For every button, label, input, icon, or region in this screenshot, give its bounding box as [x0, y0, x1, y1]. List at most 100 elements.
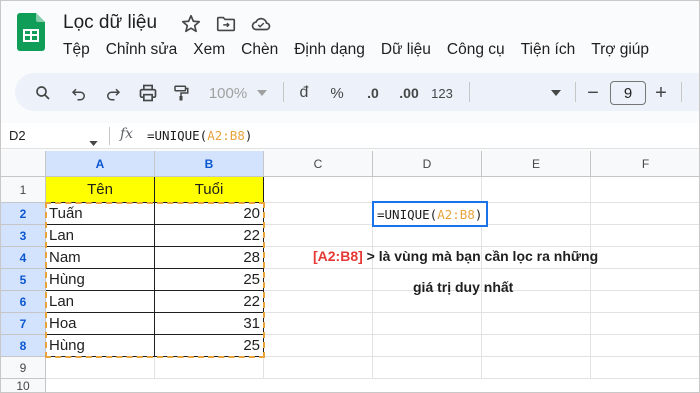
- menu-file[interactable]: Tệp: [63, 41, 90, 59]
- table-row-name[interactable]: Nam: [46, 247, 155, 269]
- cell-d7[interactable]: [373, 313, 482, 335]
- table-row-name[interactable]: Lan: [46, 225, 155, 247]
- cell-f1[interactable]: [591, 177, 699, 203]
- cell-e9[interactable]: [482, 357, 591, 379]
- row-header-7[interactable]: 7: [1, 313, 46, 335]
- more-formats-button[interactable]: 123: [429, 83, 455, 103]
- column-header-f[interactable]: F: [591, 151, 699, 177]
- formula-input[interactable]: =UNIQUE(A2:B8): [147, 128, 252, 143]
- row-header-1[interactable]: 1: [1, 177, 46, 203]
- column-header-c[interactable]: C: [264, 151, 373, 177]
- zoom-dropdown-icon[interactable]: [257, 83, 267, 103]
- cell-c1[interactable]: [264, 177, 373, 203]
- cell-f2[interactable]: [591, 203, 699, 225]
- cell-c3[interactable]: [264, 225, 373, 247]
- cell-c6[interactable]: [264, 291, 373, 313]
- row-header-6[interactable]: 6: [1, 291, 46, 313]
- cell-d3[interactable]: [373, 225, 482, 247]
- row-header-5[interactable]: 5: [1, 269, 46, 291]
- percent-format-button[interactable]: %: [329, 83, 345, 103]
- increase-decimal-button[interactable]: .00: [395, 83, 423, 103]
- cell-c8[interactable]: [264, 335, 373, 357]
- cell-e3[interactable]: [482, 225, 591, 247]
- cell-e8[interactable]: [482, 335, 591, 357]
- sheets-logo-icon[interactable]: [17, 13, 45, 51]
- table-row-name[interactable]: Hùng: [46, 269, 155, 291]
- cell-f8[interactable]: [591, 335, 699, 357]
- decrease-decimal-button[interactable]: .0: [361, 83, 385, 103]
- menu-extensions[interactable]: Tiện ích: [521, 41, 576, 59]
- row-header-3[interactable]: 3: [1, 225, 46, 247]
- name-box[interactable]: D2: [9, 128, 26, 143]
- row-header-4[interactable]: 4: [1, 247, 46, 269]
- menu-insert[interactable]: Chèn: [241, 41, 278, 59]
- row-header-8[interactable]: 8: [1, 335, 46, 357]
- cell-f4[interactable]: [591, 247, 699, 269]
- table-row-age[interactable]: 20: [155, 203, 264, 225]
- table-row-name[interactable]: Hoa: [46, 313, 155, 335]
- table-row-name[interactable]: Lan: [46, 291, 155, 313]
- column-header-e[interactable]: E: [482, 151, 591, 177]
- cell-f7[interactable]: [591, 313, 699, 335]
- cell-c7[interactable]: [264, 313, 373, 335]
- table-row-age[interactable]: 22: [155, 225, 264, 247]
- table-row-age[interactable]: 28: [155, 247, 264, 269]
- increase-font-size-button[interactable]: +: [653, 82, 669, 104]
- cell-d1[interactable]: [373, 177, 482, 203]
- column-header-d[interactable]: D: [373, 151, 482, 177]
- cell-b1-header[interactable]: Tuổi: [155, 177, 264, 203]
- cell-b9[interactable]: [155, 357, 264, 379]
- document-title[interactable]: Lọc dữ liệu: [63, 12, 157, 34]
- active-cell-d2[interactable]: =UNIQUE(A2:B8): [372, 201, 488, 227]
- column-header-b[interactable]: B: [155, 151, 264, 177]
- menu-tools[interactable]: Công cụ: [447, 41, 505, 59]
- font-dropdown-icon[interactable]: [551, 83, 561, 103]
- star-icon[interactable]: [180, 13, 202, 35]
- menu-view[interactable]: Xem: [193, 41, 225, 59]
- cell-e1[interactable]: [482, 177, 591, 203]
- cell-f9[interactable]: [591, 357, 699, 379]
- cloud-status-icon[interactable]: [250, 13, 272, 35]
- decrease-font-size-button[interactable]: −: [585, 82, 601, 104]
- currency-format-button[interactable]: đ: [297, 83, 311, 103]
- cell-c2[interactable]: [264, 203, 373, 225]
- cell-f6[interactable]: [591, 291, 699, 313]
- select-all-corner[interactable]: [1, 151, 46, 177]
- table-row-age[interactable]: 25: [155, 335, 264, 357]
- menu-help[interactable]: Trợ giúp: [591, 41, 649, 59]
- row-header-9[interactable]: 9: [1, 357, 46, 379]
- cell-e7[interactable]: [482, 313, 591, 335]
- table-row-age[interactable]: 31: [155, 313, 264, 335]
- row-header-10[interactable]: 10: [1, 379, 46, 392]
- active-formula-suffix: ): [474, 206, 483, 222]
- cell-e2[interactable]: [482, 203, 591, 225]
- table-row-age[interactable]: 25: [155, 269, 264, 291]
- zoom-select[interactable]: 100%: [203, 83, 253, 103]
- font-size-input[interactable]: 9: [610, 81, 646, 105]
- row-header-2[interactable]: 2: [1, 203, 46, 225]
- paint-format-icon[interactable]: [171, 83, 191, 103]
- cell-c5[interactable]: [264, 269, 373, 291]
- move-folder-icon[interactable]: [215, 13, 237, 35]
- table-row-name[interactable]: Tuấn: [46, 203, 155, 225]
- print-icon[interactable]: [137, 83, 159, 103]
- column-header-a[interactable]: A: [46, 151, 155, 177]
- cell-c9[interactable]: [264, 357, 373, 379]
- table-row-name[interactable]: Hùng: [46, 335, 155, 357]
- redo-icon[interactable]: [103, 83, 123, 103]
- fx-icon: fx: [120, 126, 134, 142]
- cell-a9[interactable]: [46, 357, 155, 379]
- cell-a1-header[interactable]: Tên: [46, 177, 155, 203]
- cell-f3[interactable]: [591, 225, 699, 247]
- name-box-dropdown-icon[interactable]: [89, 133, 98, 151]
- menu-data[interactable]: Dữ liệu: [381, 41, 431, 59]
- table-row-age[interactable]: 22: [155, 291, 264, 313]
- cell-d8[interactable]: [373, 335, 482, 357]
- undo-icon[interactable]: [69, 83, 89, 103]
- menu-format[interactable]: Định dạng: [294, 41, 365, 59]
- menu-edit[interactable]: Chỉnh sửa: [106, 41, 178, 59]
- cell-f5[interactable]: [591, 269, 699, 291]
- toolbar-divider: [681, 82, 682, 102]
- search-menus-icon[interactable]: [33, 83, 53, 103]
- cell-d9[interactable]: [373, 357, 482, 379]
